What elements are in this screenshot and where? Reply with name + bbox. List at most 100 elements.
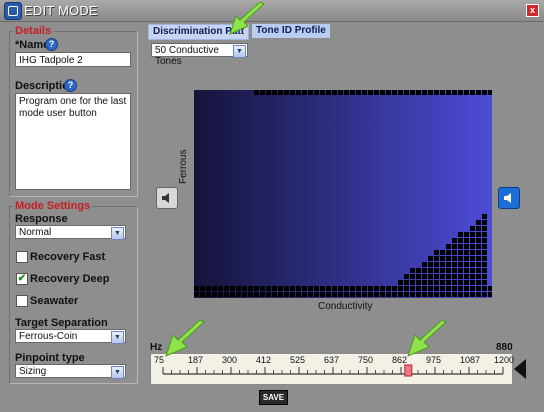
rejected-cell[interactable] [224,292,229,297]
rejected-cell[interactable] [428,256,433,261]
speaker-icon[interactable] [156,187,178,209]
pinpoint-select[interactable]: Sizing ▼ [15,364,126,379]
rejected-cell[interactable] [482,226,487,231]
rejected-cell[interactable] [482,262,487,267]
rejected-cell[interactable] [218,292,223,297]
rejected-cell[interactable] [434,268,439,273]
rejected-cell[interactable] [452,262,457,267]
rejected-cell[interactable] [338,90,343,95]
rejected-cell[interactable] [260,286,265,291]
rejected-cell[interactable] [416,274,421,279]
rejected-cell[interactable] [452,244,457,249]
rejected-cell[interactable] [446,292,451,297]
rejected-cell[interactable] [296,90,301,95]
rejected-cell[interactable] [428,292,433,297]
rejected-cell[interactable] [446,244,451,249]
rejected-cell[interactable] [434,274,439,279]
rejected-cell[interactable] [380,292,385,297]
rejected-cell[interactable] [482,250,487,255]
rejected-cell[interactable] [404,274,409,279]
rejected-cell[interactable] [476,268,481,273]
rejected-cell[interactable] [302,90,307,95]
rejected-cell[interactable] [482,274,487,279]
rejected-cell[interactable] [476,262,481,267]
frequency-marker[interactable] [404,364,413,377]
rejected-cell[interactable] [458,90,463,95]
rejected-cell[interactable] [446,250,451,255]
response-select[interactable]: Normal ▼ [15,225,126,240]
rejected-cell[interactable] [452,250,457,255]
rejected-cell[interactable] [458,280,463,285]
rejected-cell[interactable] [470,286,475,291]
rejected-cell[interactable] [260,292,265,297]
rejected-cell[interactable] [464,232,469,237]
rejected-cell[interactable] [440,280,445,285]
rejected-cell[interactable] [332,90,337,95]
rejected-cell[interactable] [482,286,487,291]
rejected-cell[interactable] [380,286,385,291]
rejected-cell[interactable] [470,226,475,231]
rejected-cell[interactable] [470,262,475,267]
rejected-cell[interactable] [470,250,475,255]
rejected-cell[interactable] [368,90,373,95]
rejected-cell[interactable] [416,292,421,297]
rejected-cell[interactable] [446,280,451,285]
rejected-cell[interactable] [440,286,445,291]
rejected-cell[interactable] [242,286,247,291]
rejected-cell[interactable] [278,292,283,297]
rejected-cell[interactable] [374,286,379,291]
speaker-muted-icon[interactable] [498,187,520,209]
rejected-cell[interactable] [470,268,475,273]
name-field[interactable]: IHG Tadpole 2 [15,52,131,67]
rejected-cell[interactable] [362,90,367,95]
chevron-down-icon[interactable]: ▼ [111,331,124,344]
rejected-cell[interactable] [482,214,487,219]
rejected-cell[interactable] [464,244,469,249]
rejected-cell[interactable] [218,286,223,291]
rejected-cell[interactable] [296,286,301,291]
rejected-cell[interactable] [488,286,493,291]
rejected-cell[interactable] [488,292,493,297]
rejected-cell[interactable] [398,280,403,285]
rejected-cell[interactable] [446,274,451,279]
rejected-cell[interactable] [464,268,469,273]
rejected-cell[interactable] [458,256,463,261]
rejected-cell[interactable] [314,292,319,297]
rejected-cell[interactable] [344,90,349,95]
rejected-cell[interactable] [254,286,259,291]
rejected-cell[interactable] [440,90,445,95]
rejected-cell[interactable] [308,292,313,297]
rejected-cell[interactable] [326,90,331,95]
rejected-cell[interactable] [398,90,403,95]
rejected-cell[interactable] [452,238,457,243]
rejected-cell[interactable] [482,244,487,249]
rejected-cell[interactable] [422,286,427,291]
rejected-cell[interactable] [422,90,427,95]
rejected-cell[interactable] [386,286,391,291]
rejected-cell[interactable] [314,90,319,95]
rejected-cell[interactable] [452,292,457,297]
rejected-cell[interactable] [476,220,481,225]
rejected-cell[interactable] [482,292,487,297]
rejected-cell[interactable] [392,286,397,291]
rejected-cell[interactable] [428,90,433,95]
rejected-cell[interactable] [458,250,463,255]
rejected-cell[interactable] [482,268,487,273]
rejected-cell[interactable] [434,286,439,291]
rejected-cell[interactable] [314,286,319,291]
rejected-cell[interactable] [476,280,481,285]
rejected-cell[interactable] [470,274,475,279]
rejected-cell[interactable] [392,292,397,297]
rejected-cell[interactable] [476,238,481,243]
seawater-checkbox[interactable] [16,295,28,307]
rejected-cell[interactable] [338,286,343,291]
rejected-cell[interactable] [482,232,487,237]
rejected-cell[interactable] [308,286,313,291]
rejected-cell[interactable] [446,90,451,95]
rejected-cell[interactable] [464,262,469,267]
rejected-cell[interactable] [434,90,439,95]
rejected-cell[interactable] [422,262,427,267]
discrimination-plot[interactable] [194,90,493,298]
rejected-cell[interactable] [206,286,211,291]
rejected-cell[interactable] [422,280,427,285]
